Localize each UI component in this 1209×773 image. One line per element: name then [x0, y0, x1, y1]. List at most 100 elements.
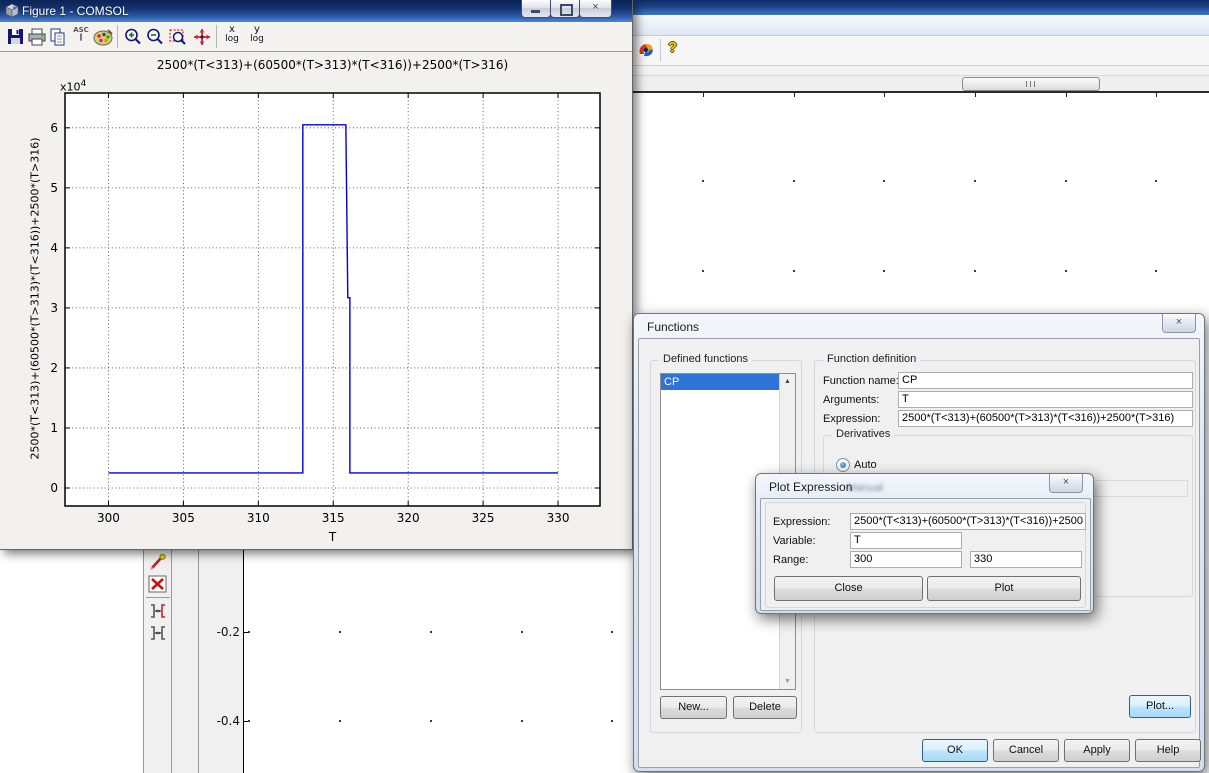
- constraint-left-icon[interactable]: [148, 602, 168, 621]
- x-tick-label: 300: [97, 511, 120, 525]
- auto-radio[interactable]: [836, 458, 850, 472]
- toolbar-separator: [660, 39, 661, 61]
- pe-range-from-field[interactable]: 300: [850, 551, 962, 568]
- grid-dot: [1155, 270, 1157, 272]
- toolbar-separator: [117, 25, 118, 48]
- defined-functions-label: Defined functions: [659, 353, 752, 365]
- pe-variable-field[interactable]: T: [850, 532, 962, 549]
- delete-button[interactable]: Delete: [733, 696, 797, 719]
- minimize-button[interactable]: [521, 0, 551, 18]
- expression-label: Expression:: [823, 413, 880, 425]
- plot-dots-button[interactable]: Plot...: [1129, 695, 1191, 718]
- x-tick-label: 320: [397, 511, 420, 525]
- close-icon[interactable]: ×: [1162, 314, 1196, 333]
- cancel-button[interactable]: Cancel: [993, 739, 1059, 762]
- ruler-tick: [1156, 93, 1157, 97]
- x-tick-label: 305: [172, 511, 195, 525]
- grid-dot: [1065, 180, 1067, 182]
- pe-range-to-field[interactable]: 330: [970, 551, 1082, 568]
- grid-dot: [883, 180, 885, 182]
- function-name-field[interactable]: CP: [898, 372, 1193, 389]
- grid-dot: [611, 631, 613, 633]
- expression-field[interactable]: 2500*(T<313)+(60500*(T>313)*(T<316))+250…: [898, 410, 1193, 427]
- ruler-tick: [1066, 93, 1067, 97]
- pe-expression-field[interactable]: 2500*(T<313)+(60500*(T>313)*(T<316))+250…: [850, 513, 1086, 530]
- palette-icon[interactable]: [93, 27, 113, 47]
- grid-dot: [521, 631, 523, 633]
- ruler-tick: [794, 93, 795, 97]
- close-button[interactable]: ×: [579, 0, 612, 18]
- help-button[interactable]: Help: [1135, 739, 1201, 762]
- x-log-bottom: log: [221, 35, 243, 44]
- grid-dot: [974, 180, 976, 182]
- y-tick-label: 2: [50, 361, 58, 375]
- plot-expression-group: Expression: 2500*(T<313)+(60500*(T>313)*…: [765, 502, 1086, 608]
- x-log-icon[interactable]: x log: [221, 25, 243, 49]
- plot-background: [65, 93, 600, 506]
- constraint-both-icon[interactable]: [148, 624, 168, 643]
- ascii-export-icon[interactable]: ASC ‖: [70, 27, 92, 49]
- ok-button[interactable]: OK: [922, 739, 988, 762]
- minimize-icon: [531, 10, 540, 13]
- pe-close-button[interactable]: Close: [774, 576, 923, 601]
- apply-button[interactable]: Apply: [1064, 739, 1130, 762]
- ruler-tick: [884, 93, 885, 97]
- ruler-tick: [703, 93, 704, 97]
- copy-icon[interactable]: [48, 27, 68, 47]
- pe-plot-button[interactable]: Plot: [927, 576, 1081, 601]
- grid-dot: [793, 270, 795, 272]
- pan-icon[interactable]: [191, 27, 211, 47]
- close-icon[interactable]: ×: [1049, 474, 1083, 493]
- y-log-bottom: log: [246, 35, 268, 44]
- horizontal-splitter-handle[interactable]: [962, 77, 1100, 91]
- plot-y-axis-label: 2500*(T<313)+(60500*(T>313)*(T<316))+250…: [29, 89, 42, 509]
- new-button[interactable]: New...: [660, 696, 727, 719]
- x-tick-label: 330: [547, 511, 570, 525]
- maximize-button[interactable]: [550, 0, 580, 18]
- grid-dot: [611, 720, 613, 722]
- geometry-axis-label: -0.4: [195, 714, 240, 728]
- y-tick-label: 4: [50, 241, 58, 255]
- toolbar-separator: [146, 597, 170, 598]
- y-tick-label: 0: [50, 481, 58, 495]
- grid-dot: [974, 270, 976, 272]
- grid-dot: [883, 270, 885, 272]
- ruler-tick: [975, 93, 976, 97]
- figure-titlebar[interactable]: Figure 1 - COMSOL ×: [0, 0, 632, 22]
- y-tick-label: 6: [50, 121, 58, 135]
- help-icon[interactable]: ?: [668, 39, 677, 56]
- figure-plot-area: 2500*(T<313)+(60500*(T>313)*(T<316))+250…: [0, 52, 632, 549]
- zoom-in-icon[interactable]: [123, 27, 143, 47]
- grid-dot: [430, 720, 432, 722]
- figure-app-icon: [4, 3, 20, 19]
- grid-dot: [248, 720, 250, 722]
- grip-mark: [1026, 81, 1027, 87]
- y-log-icon[interactable]: y log: [246, 25, 268, 49]
- figure-toolbar: ASC ‖: [0, 22, 632, 52]
- scroll-up-icon[interactable]: ▲: [780, 374, 795, 389]
- arguments-field[interactable]: T: [898, 391, 1193, 408]
- y-tick-label: 1: [50, 421, 58, 435]
- plot-expression-title: Plot Expression: [769, 480, 852, 494]
- print-icon[interactable]: [27, 27, 47, 47]
- draw-pencil-icon[interactable]: [148, 553, 168, 572]
- grid-dot: [248, 631, 250, 633]
- comsol-logo-icon[interactable]: [636, 40, 656, 60]
- x-tick-label: 315: [322, 511, 345, 525]
- grid-dot: [339, 631, 341, 633]
- function-plot[interactable]: 3003053103153203253300123456: [0, 52, 632, 549]
- functions-dialog-title: Functions: [647, 320, 699, 334]
- geometry-axis-label: -0.2: [195, 625, 240, 639]
- zoom-rect-icon[interactable]: [167, 27, 187, 47]
- list-item-cp[interactable]: CP: [661, 374, 780, 390]
- ghost-manual-text: Manual: [847, 482, 883, 494]
- pe-variable-label: Variable:: [773, 535, 816, 547]
- delete-x-icon[interactable]: [148, 575, 168, 594]
- save-icon[interactable]: [6, 27, 26, 47]
- derivatives-label: Derivatives: [832, 428, 894, 440]
- figure-window: Figure 1 - COMSOL × ASC ‖: [0, 0, 633, 550]
- zoom-out-icon[interactable]: [145, 27, 165, 47]
- scroll-down-icon[interactable]: ▼: [780, 674, 795, 689]
- grid-dot: [1155, 180, 1157, 182]
- grid-dot: [339, 720, 341, 722]
